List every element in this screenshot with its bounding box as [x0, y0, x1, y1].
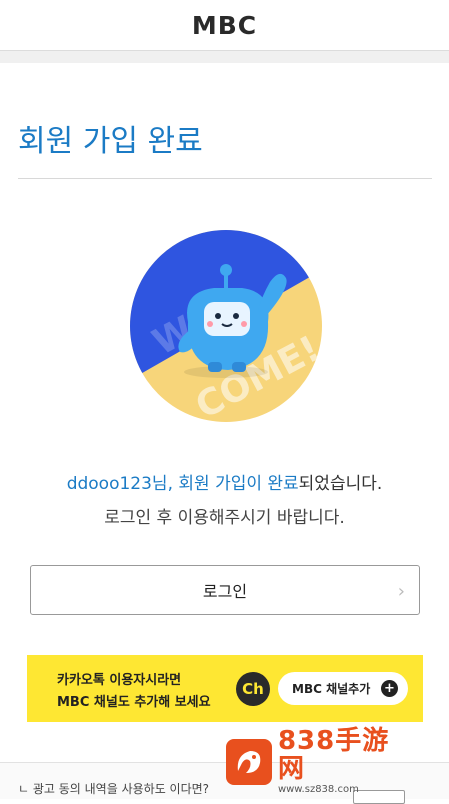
kakao-banner-line1: 카카오톡 이용자시라면 — [57, 673, 182, 688]
welcome-circle-image: WEL– COME! — [130, 230, 322, 422]
site-watermark: 838手游网 www.sz838.com — [226, 727, 416, 795]
dragon-logo-icon — [226, 739, 272, 785]
kakao-channel-icon: Ch — [236, 672, 270, 706]
top-header: MBC — [0, 0, 449, 51]
kakao-channel-banner[interactable]: 카카오톡 이용자시라면 MBC 채널도 추가해 보세요 Ch MBC 채널추가 … — [27, 655, 423, 722]
welcome-illustration: WEL– COME! — [130, 230, 322, 422]
title-divider — [18, 178, 432, 179]
page-title: 회원 가입 완료 — [18, 124, 203, 159]
plus-icon: + — [381, 680, 398, 697]
add-mbc-channel-button[interactable]: MBC 채널추가 + — [278, 672, 408, 705]
signup-complete-message: ddooo123님, 회원 가입이 완료되었습니다. — [0, 469, 449, 494]
watermark-main: 838手游网 — [277, 726, 390, 784]
login-button-label: 로그인 — [202, 582, 248, 601]
mbc-logo[interactable]: MBC — [192, 11, 257, 40]
add-channel-label: MBC 채널추가 — [292, 682, 371, 696]
login-button[interactable]: 로그인 › — [30, 565, 420, 615]
header-gap — [0, 51, 449, 63]
login-instruction: 로그인 후 이용해주시기 바랍니다. — [104, 508, 345, 528]
message-rest: 되었습니다. — [298, 474, 383, 494]
username-highlight: ddooo123님, 회원 가입이 완료 — [66, 474, 299, 494]
watermark-sub: www.sz838.com — [277, 784, 359, 795]
bottom-consent-text: ㄴ 광고 동의 내역을 사용하도 이다면? — [18, 782, 210, 796]
kakao-banner-line2: MBC 채널도 추가해 보세요 — [57, 695, 211, 710]
chevron-right-icon: › — [397, 581, 405, 602]
